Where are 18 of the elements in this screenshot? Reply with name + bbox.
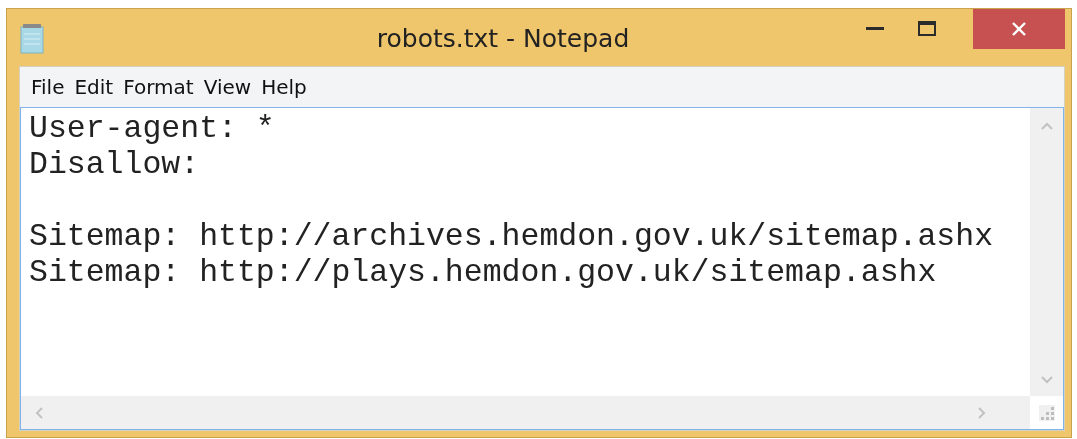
menu-item[interactable]: Help [256,75,312,99]
notepad-icon [19,23,47,55]
maximize-icon [918,21,936,37]
text-line: Disallow: [29,147,200,183]
menu-item[interactable]: Format [118,75,199,99]
menu-item[interactable]: Edit [69,75,119,99]
window-title: robots.txt - Notepad [375,24,631,53]
text-line: Sitemap: http://plays.hemdon.gov.uk/sitemap.ashx [29,255,937,291]
menu-item[interactable]: View [198,75,257,99]
text-line: User-agent: * [29,111,275,147]
menu-item[interactable]: File [26,75,70,99]
horizontal-scrollbar[interactable] [21,396,1030,429]
close-icon [1011,21,1027,37]
minimize-icon [866,27,884,31]
text-line: Sitemap: http://archives.hemdon.gov.uk/sitemap.ashx [29,219,994,255]
vertical-scrollbar[interactable] [1030,108,1063,396]
close-button[interactable] [973,9,1065,49]
resize-grip-icon[interactable] [1038,404,1055,421]
